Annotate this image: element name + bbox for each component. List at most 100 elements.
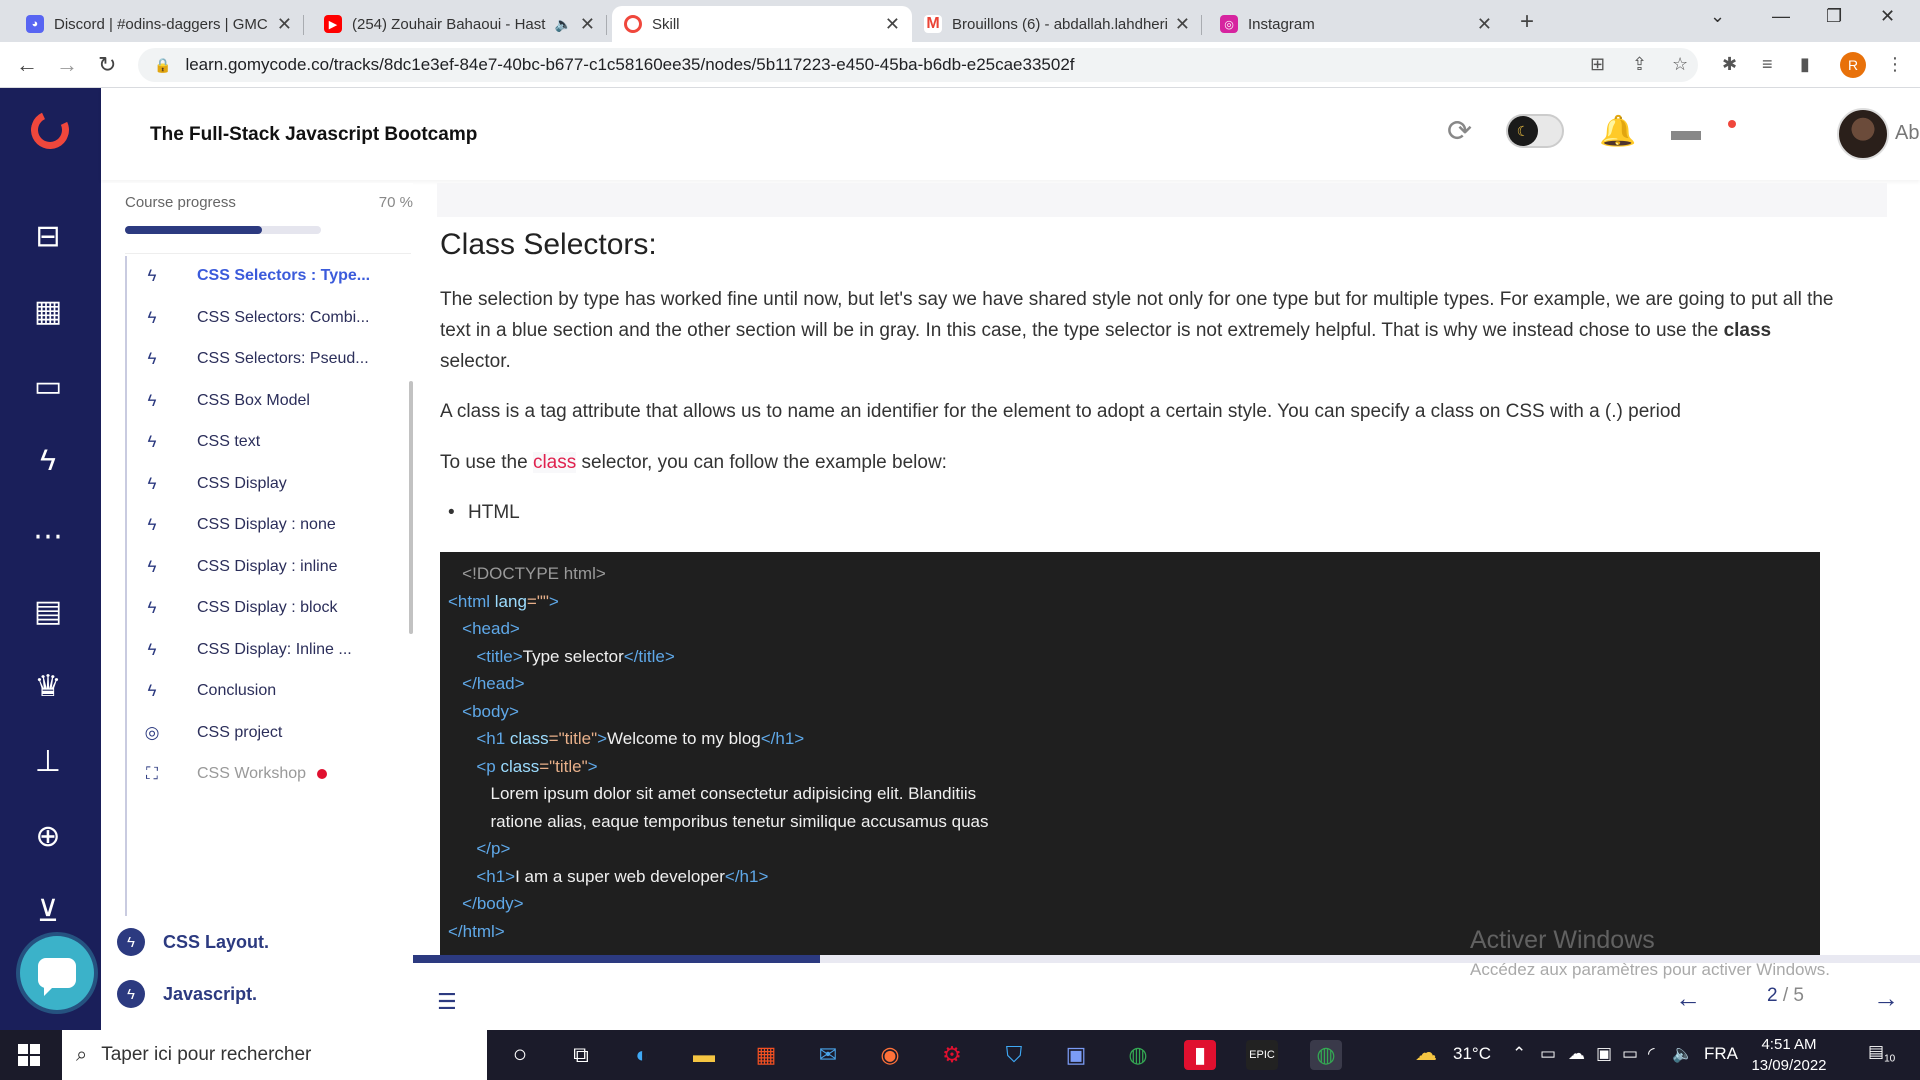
defender-shield-icon[interactable]: ⛉ [998, 1040, 1030, 1070]
close-tab-icon[interactable]: ✕ [885, 14, 900, 35]
volume-icon[interactable]: 🔈 [1672, 1044, 1693, 1064]
maximize-icon[interactable]: ❐ [1826, 6, 1842, 27]
minimize-icon[interactable]: — [1772, 6, 1790, 27]
lock-icon[interactable]: 🔒 [154, 57, 171, 74]
language-indicator[interactable]: FRA [1704, 1044, 1738, 1064]
url-bar[interactable]: 🔒 learn.gomycode.co/tracks/8dc1e3ef-84e7… [138, 48, 1698, 82]
sidebar-lesson-item[interactable]: ϟ CSS Display : none [127, 505, 413, 545]
edge-icon[interactable]: ◐ [626, 1040, 658, 1070]
onedrive-icon[interactable]: ☁ [1568, 1044, 1585, 1064]
code-line: </body> [448, 890, 1820, 918]
code-token: </p> [476, 839, 511, 858]
sidebar-lesson-item[interactable]: ϟ CSS Selectors: Combi... [127, 298, 413, 338]
lightning-icon[interactable]: ϟ [30, 443, 66, 479]
sidebar-lesson-item[interactable]: ⛶ CSS Workshop [127, 754, 413, 794]
tab-skill[interactable]: Skill ✕ [612, 6, 912, 42]
notification-center-icon[interactable]: ▤10 [1868, 1042, 1895, 1064]
laptop-icon[interactable]: ▭ [30, 368, 66, 404]
sidebar-lesson-item[interactable]: ◎ CSS project [127, 713, 413, 753]
sidebar-lesson-item[interactable]: ϟ CSS Selectors : Type... [127, 256, 413, 296]
dark-mode-toggle[interactable]: ☾ [1506, 114, 1564, 148]
close-tab-icon[interactable]: ✕ [580, 14, 595, 35]
cortana-icon[interactable]: ○ [504, 1040, 536, 1070]
close-tab-icon[interactable]: ✕ [277, 14, 292, 35]
windows-start-icon[interactable] [18, 1044, 40, 1066]
store-icon[interactable]: ▦ [750, 1040, 782, 1070]
sidebar-lesson-item[interactable]: ϟ CSS Display : inline [127, 547, 413, 587]
user-menu[interactable]: Abdallah⌄ [1895, 122, 1920, 145]
progress-label: Course progress [125, 194, 236, 211]
sync-icon[interactable]: ⟳ [1447, 114, 1472, 149]
epic-games-icon[interactable]: EPIC [1246, 1040, 1278, 1070]
notification-bell-icon[interactable]: 🔔 [1599, 114, 1636, 149]
address-toolbar: ← → ↻ 🔒 learn.gomycode.co/tracks/8dc1e3e… [0, 42, 1920, 88]
side-panel-icon[interactable]: ▮ [1800, 54, 1810, 75]
extensions-icon[interactable]: ✱ [1722, 54, 1737, 75]
back-icon[interactable]: ← [16, 52, 38, 78]
file-explorer-icon[interactable]: ▬ [688, 1040, 720, 1070]
tab-youtube[interactable]: ▶ (254) Zouhair Bahaoui - Hast 🔈 ✕ [312, 6, 607, 42]
close-window-icon[interactable]: ✕ [1880, 6, 1895, 27]
chevron-up-icon[interactable]: ⌃ [1512, 1044, 1526, 1064]
outline-list-icon[interactable]: ☰ [437, 989, 457, 1015]
module-css-layout[interactable]: ϟ CSS Layout. [117, 922, 269, 962]
sidebar-lesson-item[interactable]: ϟ CSS text [127, 422, 413, 462]
firefox-icon[interactable]: ◉ [874, 1040, 906, 1070]
sidebar-lesson-item[interactable]: ϟ CSS Display: Inline ... [127, 630, 413, 670]
battery-icon[interactable]: ▭ [1622, 1044, 1638, 1064]
tab-search-icon[interactable]: ⌄ [1710, 6, 1725, 27]
calendar-icon[interactable]: ▦ [30, 293, 66, 329]
bookmark-star-icon[interactable]: ☆ [1672, 54, 1688, 75]
sidebar-lesson-item[interactable]: ϟ CSS Box Model [127, 381, 413, 421]
security-app-icon[interactable]: ⚙ [936, 1040, 968, 1070]
cart-icon[interactable]: ⊻ [30, 893, 66, 929]
speaker-icon[interactable]: 🔈 [554, 16, 571, 33]
translate-icon[interactable]: ⊞ [1590, 54, 1605, 75]
messages-icon[interactable]: ⋯ [30, 518, 66, 554]
gomycode-logo[interactable] [25, 105, 75, 155]
sidebar-lesson-item[interactable]: ϟ CSS Selectors: Pseud... [127, 339, 413, 379]
media-control-icon[interactable]: ≡ [1762, 54, 1773, 75]
reload-icon[interactable]: ↻ [98, 52, 116, 78]
media-app-icon[interactable]: ▮ [1184, 1040, 1216, 1070]
globe-icon[interactable]: ⊕ [30, 818, 66, 854]
next-page-arrow-icon[interactable]: → [1873, 983, 1899, 1014]
menu-dots-icon[interactable]: ⋮ [1886, 54, 1904, 75]
clock[interactable]: 4:51 AM 13/09/2022 [1744, 1034, 1834, 1076]
task-view-icon[interactable]: ⧉ [565, 1040, 597, 1070]
tab-gmail[interactable]: M Brouillons (6) - abdallah.lahdheri ✕ [912, 6, 1202, 42]
display-icon[interactable]: ▣ [1596, 1044, 1612, 1064]
lesson-label: CSS Display : inline [197, 557, 338, 575]
code-line: <title>Type selector</title> [448, 643, 1820, 671]
sidebar-lesson-item[interactable]: ϟ CSS Display [127, 464, 413, 504]
wifi-icon[interactable]: ◜ [1648, 1044, 1655, 1064]
support-chat-button[interactable] [20, 936, 94, 1010]
close-tab-icon[interactable]: ✕ [1477, 14, 1492, 35]
document-icon[interactable]: ▤ [30, 593, 66, 629]
forward-icon[interactable]: → [56, 52, 78, 78]
taskbar-search-input[interactable]: ⌕ Taper ici pour rechercher [62, 1030, 487, 1080]
share-icon[interactable]: ⇪ [1632, 54, 1647, 75]
close-tab-icon[interactable]: ✕ [1175, 14, 1190, 35]
hierarchy-icon[interactable]: ⊥ [30, 743, 66, 779]
sidebar-lesson-item[interactable]: ϟ CSS Display : block [127, 588, 413, 628]
module-label: Javascript. [163, 983, 258, 1004]
module-javascript[interactable]: ϟ Javascript. [117, 974, 257, 1014]
browser-profile-avatar[interactable]: R [1840, 52, 1866, 78]
chat-icon[interactable]: ▬ [1671, 114, 1701, 148]
temperature[interactable]: 31°C [1453, 1044, 1491, 1064]
trophy-icon[interactable]: ♛ [30, 668, 66, 704]
sidebar-lesson-item[interactable]: ϟ Conclusion [127, 671, 413, 711]
avatar[interactable] [1837, 108, 1889, 160]
chrome-icon[interactable]: ◍ [1122, 1040, 1154, 1070]
previous-page-arrow-icon[interactable]: ← [1675, 983, 1701, 1014]
tab-discord[interactable]: ◕ Discord | #odins-daggers | GMC ✕ [14, 6, 304, 42]
chrome-active-icon[interactable]: ◍ [1310, 1040, 1342, 1070]
meet-now-icon[interactable]: ▭ [1540, 1044, 1556, 1064]
phone-link-icon[interactable]: ▣ [1060, 1040, 1092, 1070]
new-tab-icon[interactable]: + [1520, 8, 1534, 36]
tab-instagram[interactable]: ◎ Instagram ✕ [1208, 6, 1504, 42]
tracks-icon[interactable]: ⊟ [30, 218, 66, 254]
weather-icon[interactable]: ☁ [1415, 1040, 1437, 1066]
mail-icon[interactable]: ✉ [812, 1040, 844, 1070]
